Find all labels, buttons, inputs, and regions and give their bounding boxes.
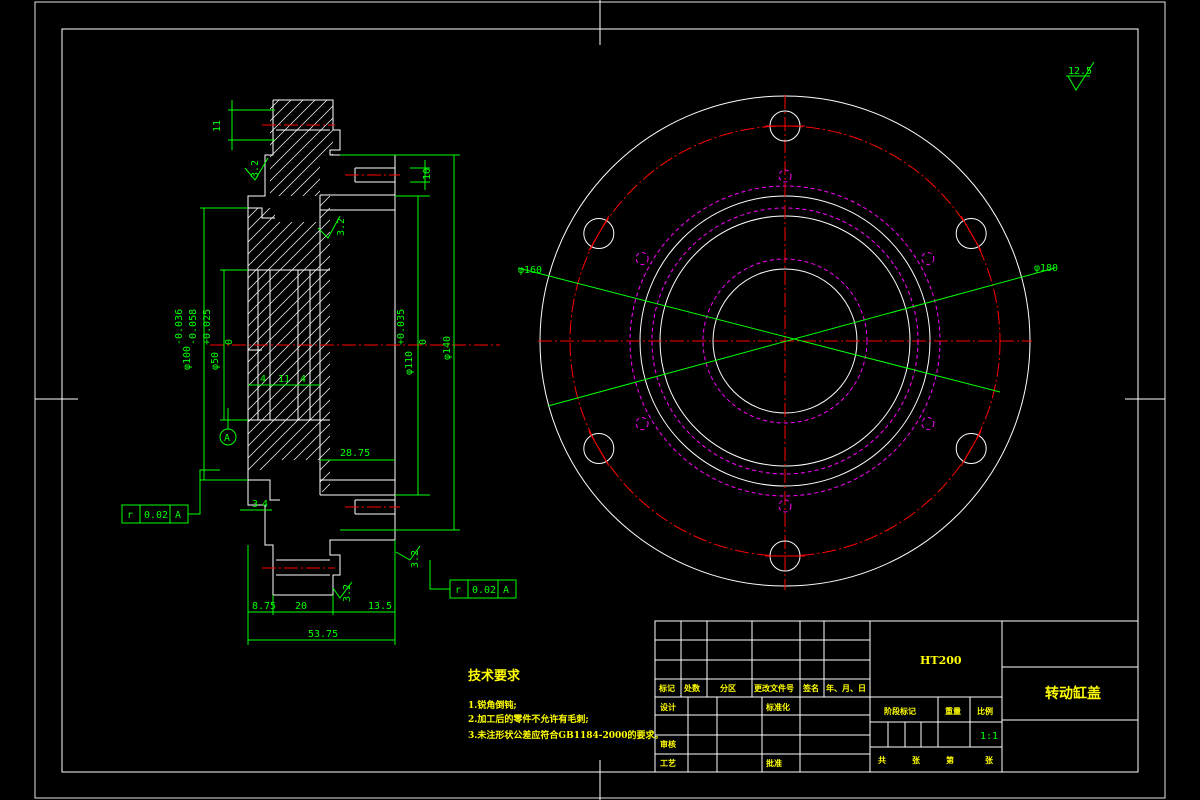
bolt-hole-center	[588, 215, 610, 252]
tb-row-label-3: 分区	[720, 683, 736, 693]
roughness-corner-value: 12.5	[1068, 66, 1092, 77]
section-outline	[247, 99, 396, 596]
dim-4: 4	[262, 499, 268, 510]
tapped-hole	[921, 252, 935, 265]
tb-footer-3: 第	[946, 755, 954, 765]
corner-roughness-symbol: 12.5	[1066, 61, 1095, 91]
dim-d50-tol-upper: +0.025	[202, 309, 213, 345]
datum-a-label: A	[224, 433, 230, 444]
dim-d110-main: φ110	[404, 351, 415, 375]
tb-approve: 批准	[766, 758, 782, 768]
hatch-line	[322, 100, 333, 196]
dim-d100-main: φ100	[182, 346, 193, 370]
tol2-value: 0.02	[472, 585, 496, 596]
dim-875: 8.75	[252, 601, 276, 612]
hatch-line	[270, 100, 297, 196]
dim-d50-tol-lower: 0	[224, 339, 235, 345]
hatch-line	[270, 100, 273, 196]
tb-row-label-4: 更改文件号	[754, 683, 794, 693]
bolt-hole-center	[588, 430, 610, 467]
tb-footer-4: 张	[985, 755, 994, 765]
section-view: 11 10 φ100 -0.036 -0.058 φ50 +0.025 0 φ1…	[121, 95, 517, 645]
hatch-line	[270, 100, 333, 196]
dim-20: 20	[295, 601, 307, 612]
tapped-hole	[635, 417, 649, 430]
tapped-hole	[921, 417, 935, 430]
tb-row-label-5: 签名	[802, 683, 819, 693]
roughness-r3: 3.2	[410, 550, 421, 568]
tol2-symbol: r	[455, 585, 461, 596]
material: HT200	[920, 654, 962, 667]
dim-d100-tol-lower: -0.058	[188, 309, 199, 345]
tech-title: 技术要求	[468, 668, 521, 684]
technical-requirements: 技术要求 1.锐角倒钝; 2.加工后的零件不允许有毛刺; 3.未注形状公差应符合…	[468, 668, 664, 741]
dim-135: 13.5	[368, 601, 392, 612]
front-view: φ160 φ180	[517, 95, 1058, 590]
bolt-hole-center	[960, 430, 982, 467]
dim-d110-tol-lower: 0	[418, 339, 429, 345]
title-block: HT200 转动缸盖 标记 处数 分区 更改文件号 签名 年、月、日 设计 标准…	[654, 620, 1139, 773]
tapped-hole	[635, 252, 649, 265]
tb-row-label-2: 处数	[683, 683, 701, 693]
dim-groove-b: 4	[300, 374, 306, 385]
d160-leader	[517, 267, 1001, 393]
dim-d180: φ180	[1034, 263, 1058, 274]
tb-design: 设计	[660, 702, 676, 712]
hatch-line	[298, 100, 333, 196]
hatch-line	[270, 100, 333, 196]
tb-scale-label: 比例	[977, 706, 993, 716]
datum-a-marker: A	[219, 408, 237, 446]
hatch-line	[270, 100, 333, 196]
bolt-hole-center	[960, 215, 982, 252]
part-name: 转动缸盖	[1045, 685, 1101, 702]
tb-stage-mark: 阶段标记	[884, 706, 916, 716]
tb-review: 审核	[660, 739, 676, 749]
dim-overall: 53.75	[308, 629, 338, 640]
tolerance-frame-1: r 0.02 A	[121, 469, 220, 524]
tb-standardize: 标准化	[765, 702, 790, 712]
dim-3: 3	[252, 499, 258, 510]
dim-10: 10	[422, 168, 433, 180]
tb-process: 工艺	[660, 758, 676, 768]
dim-depth: 28.75	[340, 448, 370, 459]
tol1-value: 0.02	[144, 510, 168, 521]
dim-groove-a: 4	[260, 374, 266, 385]
dim-d100-tol-upper: -0.036	[174, 309, 185, 345]
hatch-line	[310, 100, 333, 196]
hatch-line	[270, 100, 309, 196]
d180-leader	[547, 267, 1056, 407]
tech-item-2: 2.加工后的零件不允许有毛刺;	[468, 713, 589, 725]
dim-d160: φ160	[518, 265, 542, 276]
tech-item-1: 1.锐角倒钝;	[468, 699, 517, 711]
upper-hatch	[155, 95, 440, 200]
dim-d140: φ140	[442, 336, 453, 360]
dim-d110-tol-upper: +0.035	[396, 309, 407, 345]
hatch-line	[335, 95, 440, 200]
tb-row-label-1: 标记	[658, 683, 675, 693]
tol2-datum: A	[503, 585, 509, 596]
hatch-line	[155, 95, 260, 200]
hatch-line	[270, 100, 321, 196]
hatch-line	[274, 100, 333, 196]
tolerance-frame-2: r 0.02 A	[429, 560, 517, 599]
dim-11: 11	[212, 120, 223, 132]
roughness-r1: 3.2	[250, 160, 261, 178]
tb-row-label-6: 年、月、日	[826, 683, 866, 693]
tol1-datum: A	[175, 510, 181, 521]
roughness-r4: 3.2	[342, 584, 353, 602]
tb-footer-1: 共	[878, 755, 886, 765]
tol1-symbol: r	[127, 510, 133, 521]
dim-d50-main: φ50	[210, 352, 221, 370]
roughness-r2: 3.2	[336, 218, 347, 236]
dim-groove-mid: 11	[278, 374, 290, 385]
technical-drawing: 12.5 11 10 φ100 -0.036 -0.058 φ50 +0.025…	[34, 0, 1166, 800]
tb-weight: 重量	[945, 706, 961, 716]
tech-item-3: 3.未注形状公差应符合GB1184-2000的要求。	[468, 729, 664, 741]
tb-scale: 1:1	[980, 731, 998, 742]
tb-footer-2: 张	[912, 755, 921, 765]
